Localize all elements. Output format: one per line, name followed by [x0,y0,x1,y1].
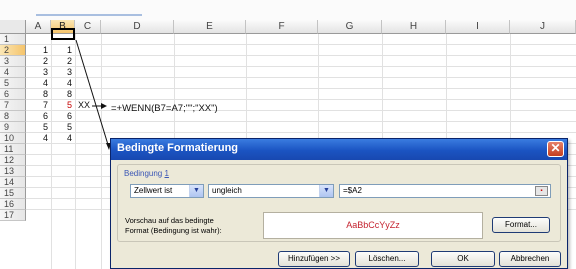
arrowhead-formula [101,103,107,109]
preview-sample-text: AaBbCcYyZz [346,220,400,230]
dialog-title: Bedingte Formatierung [117,142,239,154]
dialog-title-bar[interactable]: Bedingte Formatierung ✕ [111,139,567,160]
preview-label-line1: Vorschau auf das bedingte [125,216,214,225]
formula-input-value: =$A2 [343,186,362,195]
ok-button[interactable]: OK [431,251,495,267]
operator-select[interactable]: ungleich ▼ [208,184,334,198]
chevron-down-icon[interactable]: ▼ [319,185,333,197]
condition-type-select[interactable]: Zellwert ist ▼ [130,184,204,198]
condition-type-value: Zellwert ist [134,186,173,195]
delete-button[interactable]: Löschen... [355,251,419,267]
condition-label-number: 1 [164,169,169,178]
format-button[interactable]: Format... [492,217,550,233]
conditional-format-dialog: Bedingte Formatierung ✕ Bedingung 1 Zell… [110,138,568,269]
add-condition-button[interactable]: Hinzufügen >> [278,251,350,267]
preview-label: Vorschau auf das bedingte Format (Bedingu… [125,216,265,236]
cancel-button[interactable]: Abbrechen [499,251,561,267]
close-icon[interactable]: ✕ [547,141,564,157]
condition-label-text: Bedingung [124,169,165,178]
format-preview-box: AaBbCcYyZz [263,212,483,239]
preview-label-line2: Format (Bedingung ist wahr): [125,226,222,235]
chevron-down-icon[interactable]: ▼ [189,185,203,197]
formula-input[interactable]: =$A2 ▪ [339,184,551,198]
cell-reference-icon[interactable]: ▪ [535,186,548,196]
operator-value: ungleich [212,186,242,195]
condition-group-label: Bedingung 1 [124,169,169,178]
arrow-line-to-dialog [75,39,110,149]
